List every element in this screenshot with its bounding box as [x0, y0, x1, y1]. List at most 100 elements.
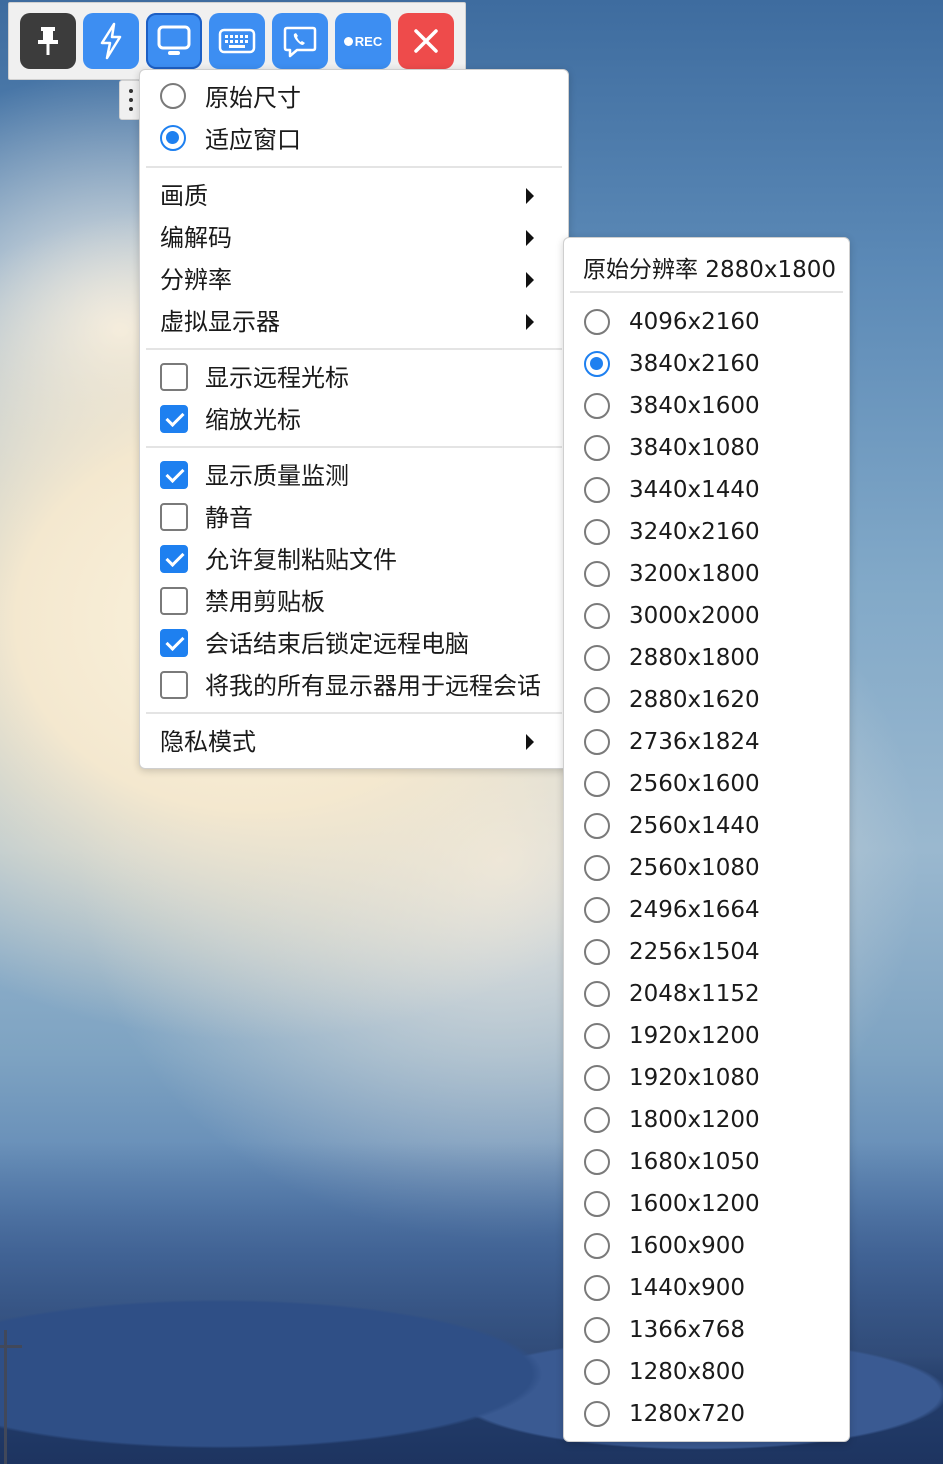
radio-button[interactable]	[584, 561, 610, 587]
radio-button[interactable]	[584, 771, 610, 797]
radio-button[interactable]	[584, 1317, 610, 1343]
radio-button[interactable]	[584, 393, 610, 419]
resolution-option[interactable]: 1920x1200	[564, 1015, 849, 1057]
radio-button[interactable]	[584, 1401, 610, 1427]
radio-button[interactable]	[584, 1233, 610, 1259]
resolution-option[interactable]: 1680x1050	[564, 1141, 849, 1183]
resolution-option[interactable]: 2256x1504	[564, 931, 849, 973]
utility-pole	[4, 1330, 7, 1464]
resolution-option[interactable]: 3840x1600	[564, 385, 849, 427]
toolbar-drag-handle[interactable]	[119, 80, 141, 120]
resolution-option[interactable]: 1600x900	[564, 1225, 849, 1267]
radio-button[interactable]	[584, 603, 610, 629]
radio-button[interactable]	[584, 897, 610, 923]
submenu-quality[interactable]: 画质	[140, 175, 568, 217]
pin-button[interactable]	[20, 13, 76, 69]
scale-original-item[interactable]: 原始尺寸	[140, 77, 568, 119]
utility-pole-crossbar	[0, 1345, 22, 1348]
radio-button[interactable]	[584, 1065, 610, 1091]
resolution-label: 1680x1050	[629, 1149, 760, 1175]
resolution-option[interactable]: 3200x1800	[564, 553, 849, 595]
checkbox[interactable]	[160, 671, 188, 699]
resolution-option[interactable]: 3240x2160	[564, 511, 849, 553]
radio-button[interactable]	[584, 1023, 610, 1049]
resolution-option[interactable]: 1280x800	[564, 1351, 849, 1393]
menu-item-label: 会话结束后锁定远程电脑	[205, 630, 469, 658]
radio-button[interactable]	[584, 1107, 610, 1133]
submenu-codec[interactable]: 编解码	[140, 217, 568, 259]
zoom-cursor-item[interactable]: 缩放光标	[140, 399, 568, 441]
resolution-option[interactable]: 1920x1080	[564, 1057, 849, 1099]
original-resolution-label: 原始分辨率 2880x1800	[583, 257, 836, 283]
checkbox-checked[interactable]	[160, 461, 188, 489]
radio-button[interactable]	[160, 83, 186, 109]
radio-button[interactable]	[584, 1191, 610, 1217]
resolution-option[interactable]: 4096x2160	[564, 301, 849, 343]
scale-fit-window-item[interactable]: 适应窗口	[140, 119, 568, 161]
resolution-label: 3440x1440	[629, 477, 760, 503]
close-button[interactable]	[398, 13, 454, 69]
actions-button[interactable]	[83, 13, 139, 69]
resolution-option[interactable]: 1366x768	[564, 1309, 849, 1351]
resolution-label: 2880x1800	[629, 645, 760, 671]
use-all-monitors-item[interactable]: 将我的所有显示器用于远程会话	[140, 665, 568, 707]
resolution-option[interactable]: 1600x1200	[564, 1183, 849, 1225]
submenu-resolution[interactable]: 分辨率	[140, 259, 568, 301]
resolution-option[interactable]: 2880x1800	[564, 637, 849, 679]
submenu-arrow-icon	[526, 230, 534, 246]
radio-button[interactable]	[584, 981, 610, 1007]
checkbox[interactable]	[160, 363, 188, 391]
radio-button-selected[interactable]	[584, 351, 610, 377]
radio-button[interactable]	[584, 1149, 610, 1175]
radio-button[interactable]	[584, 855, 610, 881]
resolution-label: 1440x900	[629, 1275, 746, 1301]
submenu-privacy-mode[interactable]: 隐私模式	[140, 721, 568, 763]
checkbox[interactable]	[160, 587, 188, 615]
submenu-virtual-display[interactable]: 虚拟显示器	[140, 301, 568, 343]
resolution-option[interactable]: 3840x1080	[564, 427, 849, 469]
radio-button[interactable]	[584, 813, 610, 839]
submenu-arrow-icon	[526, 272, 534, 288]
resolution-option[interactable]: 2496x1664	[564, 889, 849, 931]
disable-clipboard-item[interactable]: 禁用剪贴板	[140, 581, 568, 623]
radio-button[interactable]	[584, 1275, 610, 1301]
checkbox-checked[interactable]	[160, 545, 188, 573]
chat-button[interactable]	[272, 13, 328, 69]
resolution-label: 1800x1200	[629, 1107, 760, 1133]
resolution-option[interactable]: 3440x1440	[564, 469, 849, 511]
display-button[interactable]	[146, 13, 202, 69]
lock-after-session-item[interactable]: 会话结束后锁定远程电脑	[140, 623, 568, 665]
resolution-option[interactable]: 2048x1152	[564, 973, 849, 1015]
resolution-option[interactable]: 2560x1440	[564, 805, 849, 847]
resolution-label: 2560x1440	[629, 813, 760, 839]
quality-monitor-item[interactable]: 显示质量监测	[140, 455, 568, 497]
record-button[interactable]: REC	[335, 13, 391, 69]
resolution-option[interactable]: 2736x1824	[564, 721, 849, 763]
resolution-option[interactable]: 3840x2160	[564, 343, 849, 385]
checkbox-checked[interactable]	[160, 405, 188, 433]
radio-button[interactable]	[584, 477, 610, 503]
radio-button[interactable]	[584, 939, 610, 965]
radio-button[interactable]	[584, 519, 610, 545]
resolution-option[interactable]: 2560x1080	[564, 847, 849, 889]
resolution-option[interactable]: 2880x1620	[564, 679, 849, 721]
show-remote-cursor-item[interactable]: 显示远程光标	[140, 357, 568, 399]
resolution-option[interactable]: 1800x1200	[564, 1099, 849, 1141]
resolution-option[interactable]: 3000x2000	[564, 595, 849, 637]
resolution-option[interactable]: 1280x720	[564, 1393, 849, 1435]
keyboard-button[interactable]	[209, 13, 265, 69]
menu-item-label: 原始尺寸	[205, 84, 301, 112]
radio-button[interactable]	[584, 435, 610, 461]
radio-button[interactable]	[584, 1359, 610, 1385]
radio-button-selected[interactable]	[160, 125, 186, 151]
mute-item[interactable]: 静音	[140, 497, 568, 539]
radio-button[interactable]	[584, 645, 610, 671]
checkbox-checked[interactable]	[160, 629, 188, 657]
radio-button[interactable]	[584, 309, 610, 335]
resolution-option[interactable]: 1440x900	[564, 1267, 849, 1309]
resolution-option[interactable]: 2560x1600	[564, 763, 849, 805]
allow-file-copy-paste-item[interactable]: 允许复制粘贴文件	[140, 539, 568, 581]
checkbox[interactable]	[160, 503, 188, 531]
radio-button[interactable]	[584, 687, 610, 713]
radio-button[interactable]	[584, 729, 610, 755]
